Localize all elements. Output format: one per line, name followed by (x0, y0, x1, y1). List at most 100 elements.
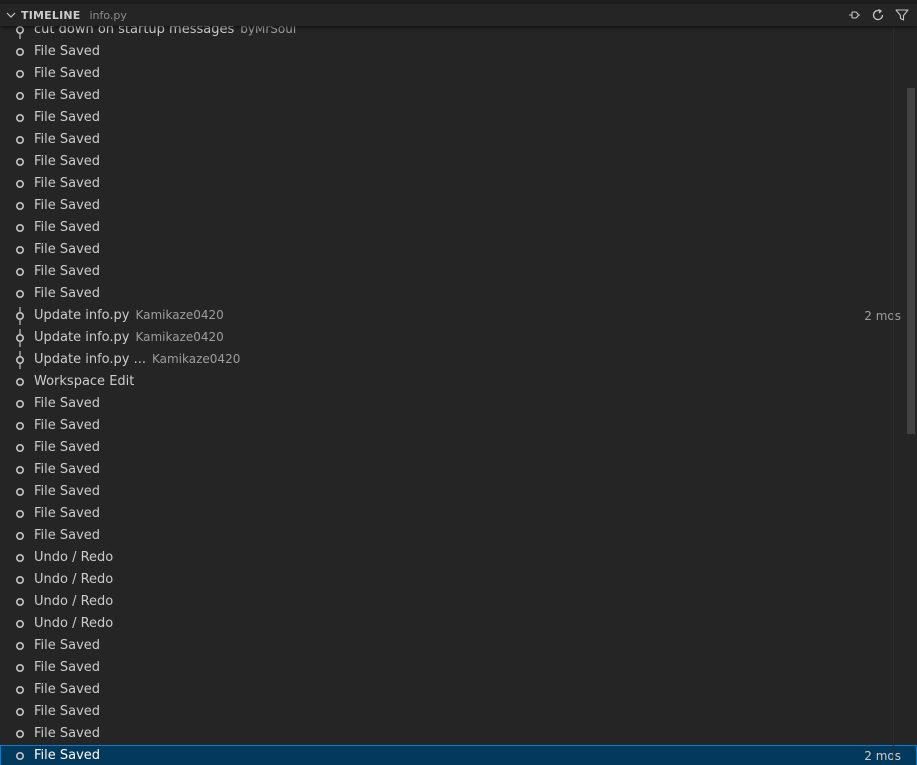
timeline-item[interactable]: Update info.py ... Kamikaze0420 (0, 349, 917, 371)
timeline-item-label: File Saved (34, 704, 100, 719)
timeline-item-label: File Saved (34, 264, 100, 279)
git-commit-icon (13, 351, 27, 369)
circle-outline-icon (13, 197, 27, 215)
timeline-item-title: File Saved (34, 154, 101, 169)
circle-outline-icon (13, 87, 27, 105)
timeline-item[interactable]: File Saved (0, 437, 917, 459)
timeline-item-title: Update info.py (34, 308, 130, 323)
timeline-item-label: File Saved (34, 286, 100, 301)
timeline-item[interactable]: Update info.py Kamikaze0420 2 mos (0, 305, 917, 327)
timeline-item-label: File Saved (34, 484, 100, 499)
timeline-item-label: Undo / Redo (34, 616, 113, 631)
timeline-item[interactable]: File Saved (0, 173, 917, 195)
timeline-item-title: File Saved (34, 88, 101, 103)
timeline-item[interactable]: File Saved 2 mos (0, 745, 917, 765)
timeline-list[interactable]: cut down on startup messages byMrSoul File… (0, 19, 917, 765)
circle-outline-icon (13, 725, 27, 743)
circle-outline-icon (13, 395, 27, 413)
timeline-item-title: Update info.py ... (34, 352, 146, 367)
timeline-item-label: File Saved (34, 440, 100, 455)
timeline-item[interactable]: File Saved (0, 261, 917, 283)
git-commit-icon (13, 307, 27, 325)
timeline-item-label: File Saved (34, 88, 100, 103)
timeline-item-label: Update info.py Kamikaze0420 (34, 330, 224, 345)
circle-outline-icon (13, 65, 27, 83)
timeline-item-title: Update info.py (34, 330, 130, 345)
filter-icon[interactable] (893, 6, 911, 24)
timeline-item[interactable]: File Saved (0, 679, 917, 701)
timeline-item[interactable]: File Saved (0, 283, 917, 305)
circle-outline-icon (13, 549, 27, 567)
timeline-item-title: File Saved (34, 660, 101, 675)
timeline-item[interactable]: File Saved (0, 107, 917, 129)
timeline-item-author: Kamikaze0420 (151, 352, 241, 366)
timeline-item-title: File Saved (34, 748, 101, 763)
timeline-item[interactable]: Workspace Edit (0, 371, 917, 393)
timeline-item-title: File Saved (34, 528, 101, 543)
timeline-item[interactable]: File Saved (0, 635, 917, 657)
timeline-item-title: Undo / Redo (34, 572, 114, 587)
timeline-item-title: File Saved (34, 726, 101, 741)
circle-outline-icon (13, 417, 27, 435)
timeline-item-label: Undo / Redo (34, 594, 113, 609)
timeline-item-label: File Saved (34, 396, 100, 411)
timeline-item-label: File Saved (34, 418, 100, 433)
timeline-item[interactable]: File Saved (0, 195, 917, 217)
timeline-item-label: Update info.py ... Kamikaze0420 (34, 352, 240, 367)
timeline-item-title: File Saved (34, 484, 101, 499)
circle-outline-icon (13, 241, 27, 259)
timeline-item-title: File Saved (34, 220, 101, 235)
timeline-item-label: Undo / Redo (34, 572, 113, 587)
circle-outline-icon (13, 219, 27, 237)
timeline-item-label: File Saved (34, 132, 100, 147)
circle-outline-icon (13, 461, 27, 479)
timeline-item[interactable]: File Saved (0, 525, 917, 547)
timeline-header[interactable]: TIMELINE info.py (0, 4, 917, 26)
timeline-item[interactable]: Undo / Redo (0, 547, 917, 569)
timeline-item-label: File Saved (34, 528, 100, 543)
timeline-item-label: File Saved (34, 198, 100, 213)
timeline-item-label: Undo / Redo (34, 550, 113, 565)
timeline-item-title: File Saved (34, 440, 101, 455)
timeline-item[interactable]: Undo / Redo (0, 613, 917, 635)
timeline-item[interactable]: File Saved (0, 481, 917, 503)
timeline-item[interactable]: File Saved (0, 151, 917, 173)
refresh-icon[interactable] (869, 6, 887, 24)
chevron-down-icon[interactable] (5, 9, 17, 21)
circle-outline-icon (13, 681, 27, 699)
scrollbar-thumb[interactable] (907, 88, 915, 434)
circle-outline-icon (13, 43, 27, 61)
timeline-item-title: File Saved (34, 396, 101, 411)
circle-outline-icon (13, 637, 27, 655)
timeline-item[interactable]: Undo / Redo (0, 569, 917, 591)
timeline-item-label: File Saved (34, 66, 100, 81)
timeline-item[interactable]: File Saved (0, 723, 917, 745)
circle-outline-icon (13, 615, 27, 633)
timeline-item[interactable]: File Saved (0, 41, 917, 63)
timeline-item-title: File Saved (34, 66, 101, 81)
timeline-item[interactable]: Undo / Redo (0, 591, 917, 613)
timeline-item[interactable]: File Saved (0, 63, 917, 85)
timeline-item[interactable]: File Saved (0, 129, 917, 151)
pin-icon[interactable] (845, 6, 863, 24)
timeline-item[interactable]: File Saved (0, 85, 917, 107)
timeline-item[interactable]: Update info.py Kamikaze0420 (0, 327, 917, 349)
vertical-scrollbar[interactable] (893, 26, 917, 765)
timeline-item[interactable]: File Saved (0, 239, 917, 261)
timeline-item-label: File Saved (34, 462, 100, 477)
timeline-item-title: Undo / Redo (34, 594, 114, 609)
timeline-item[interactable]: File Saved (0, 503, 917, 525)
timeline-item[interactable]: File Saved (0, 701, 917, 723)
circle-outline-icon (13, 527, 27, 545)
timeline-item[interactable]: File Saved (0, 217, 917, 239)
timeline-item-label: File Saved (34, 110, 100, 125)
timeline-item-title: Undo / Redo (34, 616, 114, 631)
timeline-item[interactable]: File Saved (0, 459, 917, 481)
timeline-item-author: Kamikaze0420 (135, 330, 224, 344)
timeline-item[interactable]: File Saved (0, 657, 917, 679)
timeline-item[interactable]: File Saved (0, 415, 917, 437)
timeline-item-title: File Saved (34, 418, 101, 433)
circle-outline-icon (13, 659, 27, 677)
timeline-item[interactable]: File Saved (0, 393, 917, 415)
timeline-item-label: File Saved (34, 682, 100, 697)
